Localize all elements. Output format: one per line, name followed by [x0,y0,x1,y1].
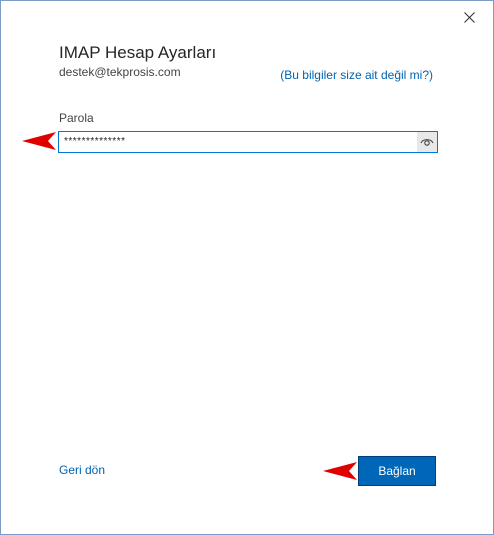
close-icon [463,11,475,23]
password-field[interactable] [58,131,438,153]
annotation-arrow-password [22,132,56,150]
back-link[interactable]: Geri dön [59,463,105,477]
annotation-arrow-connect [323,462,357,480]
close-button[interactable] [456,5,482,29]
password-label: Parola [59,111,94,125]
account-email: destek@tekprosis.com [59,65,181,79]
reveal-password-button[interactable] [417,132,437,152]
connect-button[interactable]: Bağlan [358,456,436,486]
password-input[interactable] [64,132,409,152]
dialog-title: IMAP Hesap Ayarları [59,43,217,62]
imap-settings-dialog: IMAP Hesap Ayarları destek@tekprosis.com… [0,0,494,535]
eye-icon [420,139,434,146]
not-yours-link[interactable]: (Bu bilgiler size ait değil mi?) [280,68,433,82]
